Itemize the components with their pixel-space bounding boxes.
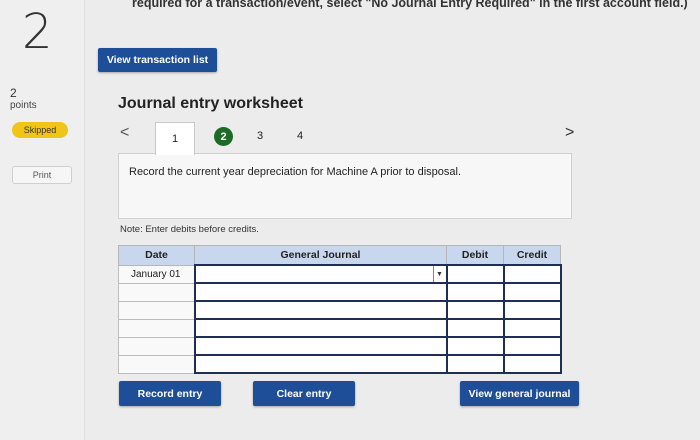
table-header-row: Date General Journal Debit Credit [118,245,561,266]
debit-input[interactable] [445,282,505,302]
prev-arrow-icon[interactable]: < [120,124,129,142]
credit-input[interactable] [502,336,562,356]
column-header-general-journal: General Journal [194,245,447,266]
points-value: 2 [10,86,17,100]
table-row [118,354,562,374]
print-button[interactable]: Print [12,166,72,184]
table-row: January 01 ▼ [118,264,562,284]
credit-input[interactable] [502,354,562,374]
question-number: 2 [22,4,53,60]
note-text: Note: Enter debits before credits. [120,224,259,235]
date-cell [118,336,195,356]
credit-input[interactable] [502,318,562,338]
date-cell: January 01 [118,264,195,284]
chevron-down-icon[interactable]: ▼ [432,266,446,282]
transaction-description-box: Record the current year depreciation for… [118,153,572,219]
account-select[interactable]: ▼ [193,264,448,284]
points-label: points [10,100,37,111]
credit-input[interactable] [502,282,562,302]
next-arrow-icon[interactable]: > [565,124,574,142]
table-row [118,300,562,320]
date-cell [118,354,195,374]
date-cell [118,318,195,338]
date-cell [118,300,195,320]
account-input[interactable] [193,282,448,302]
credit-input[interactable] [502,264,562,284]
debit-input[interactable] [445,300,505,320]
journal-entry-table: Date General Journal Debit Credit Januar… [118,245,562,374]
question-sidebar: 2 2 points Skipped Print [0,0,85,440]
tab-1[interactable]: 1 [155,122,195,155]
column-header-credit: Credit [503,245,561,266]
record-entry-button[interactable]: Record entry [119,381,221,406]
column-header-date: Date [118,245,195,266]
account-input[interactable] [193,300,448,320]
table-row [118,336,562,356]
skipped-badge: Skipped [12,122,68,138]
instruction-text: required for a transaction/event, select… [132,0,688,10]
account-input[interactable] [193,318,448,338]
view-general-journal-button[interactable]: View general journal [460,381,579,406]
debit-input[interactable] [445,336,505,356]
transaction-description: Record the current year depreciation for… [129,166,462,178]
column-header-debit: Debit [446,245,504,266]
credit-input[interactable] [502,300,562,320]
debit-input[interactable] [445,264,505,284]
worksheet-title: Journal entry worksheet [118,95,303,112]
debit-input[interactable] [445,318,505,338]
tab-2[interactable]: 2 [214,127,233,146]
account-input[interactable] [193,354,448,374]
tab-4[interactable]: 4 [292,128,308,144]
date-cell [118,282,195,302]
table-row [118,318,562,338]
debit-input[interactable] [445,354,505,374]
clear-entry-button[interactable]: Clear entry [253,381,355,406]
account-input[interactable] [193,336,448,356]
table-row [118,282,562,302]
tab-3[interactable]: 3 [252,128,268,144]
view-transaction-list-button[interactable]: View transaction list [98,48,217,72]
